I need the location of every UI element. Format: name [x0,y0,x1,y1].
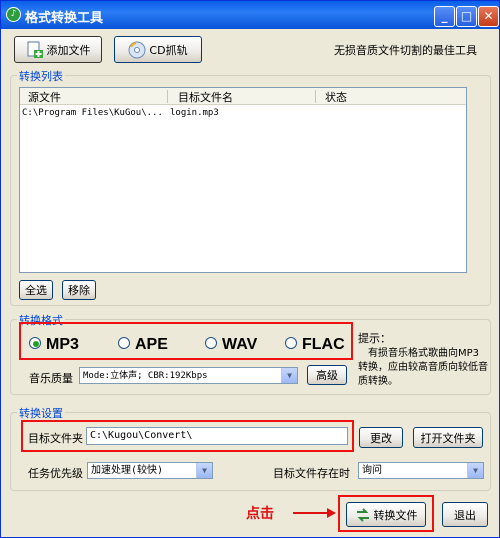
app-window: ♪ 格式转换工具 _ □ ✕ 添加文件 CD抓轨 无损音质文件切割的最佳工具 转… [0,0,500,538]
exists-label: 目标文件存在时 [273,467,350,480]
convert-label: 转换文件 [373,508,418,522]
convert-button[interactable]: 转换文件 [346,502,426,527]
target-folder-input[interactable]: C:\Kugou\Convert\ [86,427,348,445]
remove-button[interactable]: 移除 [62,280,96,300]
chevron-down-icon: ▼ [196,463,212,478]
chevron-down-icon: ▼ [467,463,483,478]
title-bar[interactable]: ♪ 格式转换工具 _ □ ✕ [1,1,499,29]
radio-icon [118,336,130,349]
change-button[interactable]: 更改 [359,427,403,448]
slogan-text: 无损音质文件切割的最佳工具 [334,44,477,57]
radio-icon [285,336,297,349]
open-folder-button[interactable]: 打开文件夹 [413,427,483,448]
row-target: login.mp3 [170,108,219,118]
click-annotation: 点击 [246,506,274,522]
maximize-icon: □ [460,9,473,23]
convert-list-label: 转换列表 [17,68,65,84]
exists-select[interactable]: 询问 ▼ [358,462,484,479]
exit-button[interactable]: 退出 [442,502,488,527]
format-option-flac[interactable]: FLAC [285,336,345,354]
close-button[interactable]: ✕ [478,6,499,27]
format-option-mp3[interactable]: MP3 [29,336,79,354]
column-header-status[interactable]: 状态 [325,89,347,105]
hint-text: 有损音乐格式歌曲向MP3转换，应由较高音质向较低音质转换。 [358,348,488,387]
cd-rip-label: CD抓轨 [149,43,188,57]
settings-label: 转换设置 [17,405,65,421]
select-all-button[interactable]: 全选 [19,280,53,300]
target-folder-label: 目标文件夹 [28,432,83,445]
column-header-target[interactable]: 目标文件名 [178,89,233,105]
list-header: 源文件 目标文件名 状态 [20,88,466,105]
minimize-button[interactable]: _ [434,6,455,27]
add-file-button[interactable]: 添加文件 [14,36,102,63]
minimize-icon: _ [441,9,448,23]
close-icon: ✕ [483,9,494,23]
convert-icon [355,507,371,522]
quality-select[interactable]: Mode:立体声; CBR:192Kbps ▼ [79,367,298,384]
priority-label: 任务优先级 [28,467,83,480]
priority-select[interactable]: 加速处理(较快) ▼ [87,462,213,479]
add-file-icon [26,41,44,59]
window-title: 格式转换工具 [25,11,104,26]
cd-rip-button[interactable]: CD抓轨 [114,36,202,63]
row-source: C:\Program Files\KuGou\... [22,108,163,118]
convert-list-table[interactable]: 源文件 目标文件名 状态 C:\Program Files\KuGou\... … [19,87,467,273]
arrow-annotation-icon [293,507,337,522]
cd-icon [128,41,146,59]
radio-selected-icon [29,336,41,349]
table-row[interactable]: C:\Program Files\KuGou\... login.mp3 [20,107,466,121]
quality-label: 音乐质量 [29,372,73,385]
advanced-button[interactable]: 高级 [307,365,347,385]
radio-icon [205,336,217,349]
maximize-button[interactable]: □ [456,6,477,27]
app-icon: ♪ [6,7,21,22]
column-header-source[interactable]: 源文件 [28,89,61,105]
chevron-down-icon: ▼ [281,368,297,383]
add-file-label: 添加文件 [46,43,91,57]
format-option-ape[interactable]: APE [118,336,168,354]
hint-title: 提示： [358,332,391,345]
format-option-wav[interactable]: WAV [205,336,257,354]
